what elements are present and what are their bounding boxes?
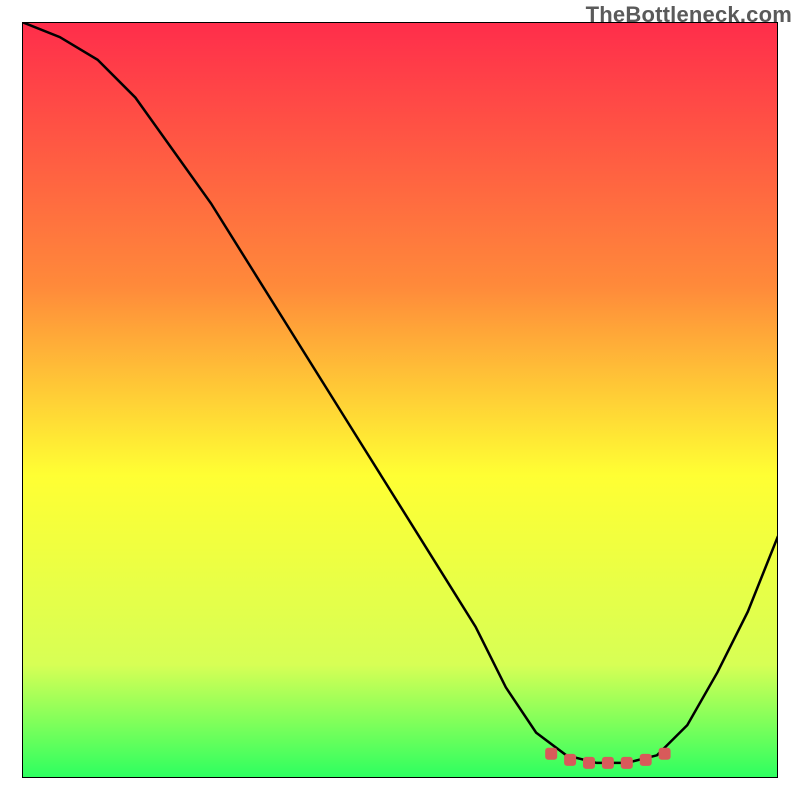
gradient-background bbox=[22, 22, 778, 778]
optimum-marker bbox=[545, 748, 557, 760]
optimum-marker bbox=[659, 748, 671, 760]
optimum-marker bbox=[640, 754, 652, 766]
chart-area bbox=[22, 22, 778, 778]
optimum-marker bbox=[583, 757, 595, 769]
optimum-marker bbox=[621, 757, 633, 769]
optimum-marker bbox=[564, 754, 576, 766]
optimum-marker bbox=[602, 757, 614, 769]
chart-svg bbox=[22, 22, 778, 778]
